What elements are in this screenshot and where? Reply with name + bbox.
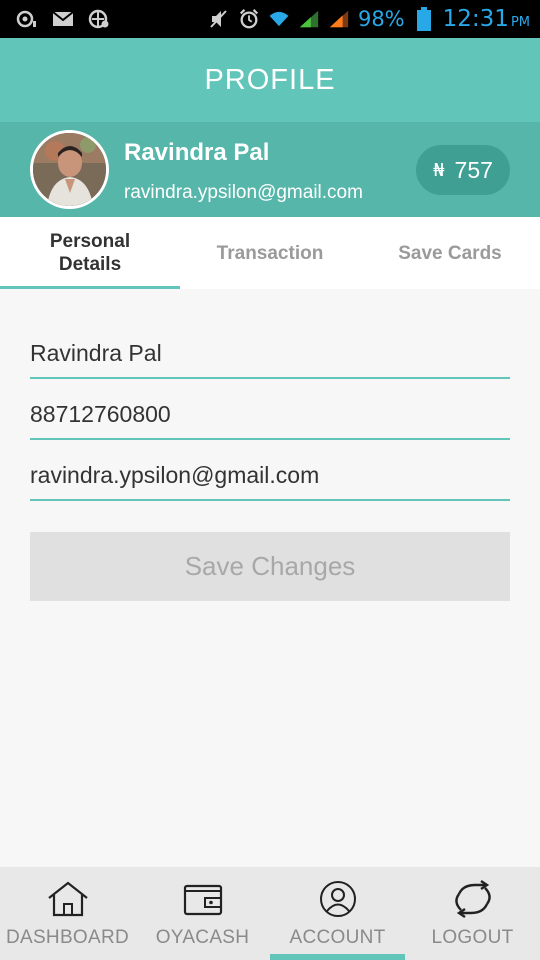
tab-personal-details[interactable]: Personal Details — [0, 217, 180, 289]
tab-label: Save Cards — [398, 242, 502, 264]
tab-transaction[interactable]: Transaction — [180, 217, 360, 289]
battery-icon — [413, 7, 435, 31]
mute-icon — [208, 9, 230, 29]
nav-label: ACCOUNT — [289, 927, 386, 948]
profile-tabs: Personal Details Transaction Save Cards — [0, 217, 540, 289]
points-badge[interactable]: ₦ 757 — [416, 145, 510, 195]
app-root: 98% 12:31 PM PROFILE Ravindra Pal ravind… — [0, 0, 540, 960]
app-header: PROFILE — [0, 38, 540, 122]
alarm-icon — [238, 9, 260, 29]
save-changes-button[interactable]: Save Changes — [30, 532, 510, 601]
signal-icon-2 — [328, 9, 350, 29]
nav-dashboard[interactable]: DASHBOARD — [0, 867, 135, 960]
tab-label: Transaction — [216, 242, 324, 264]
battery-percent: 98% — [357, 7, 405, 31]
clock-ampm: PM — [510, 15, 530, 30]
nav-oyacash[interactable]: OYACASH — [135, 867, 270, 960]
clock: 12:31 PM — [443, 6, 530, 32]
notification-icon — [16, 9, 38, 29]
home-icon — [44, 879, 92, 919]
phone-field[interactable] — [30, 390, 510, 440]
profile-name: Ravindra Pal — [124, 139, 270, 166]
points-value: 757 — [454, 156, 493, 183]
avatar[interactable] — [30, 130, 109, 209]
system-icons: 98% 12:31 PM — [208, 6, 540, 32]
nav-logout[interactable]: LOGOUT — [405, 867, 540, 960]
user-icon — [314, 879, 362, 919]
status-bar: 98% 12:31 PM — [0, 0, 540, 38]
mail-icon — [52, 9, 74, 29]
bottom-nav: DASHBOARD OYACASH ACCOUNT LOGOUT — [0, 867, 540, 960]
profile-summary: Ravindra Pal ravindra.ypsilon@gmail.com … — [0, 122, 540, 217]
wifi-icon — [268, 9, 290, 29]
clock-time: 12:31 — [442, 6, 509, 32]
profile-email: ravindra.ypsilon@gmail.com — [124, 182, 363, 203]
refresh-icon — [449, 879, 497, 919]
nav-label: OYACASH — [155, 927, 250, 948]
signal-icon-1 — [298, 9, 320, 29]
naira-icon: ₦ — [433, 159, 445, 181]
notification-icons — [0, 9, 110, 29]
nav-account[interactable]: ACCOUNT — [270, 867, 405, 960]
tab-save-cards[interactable]: Save Cards — [360, 217, 540, 289]
browser-icon — [88, 9, 110, 29]
name-field[interactable] — [30, 329, 510, 379]
nav-label: DASHBOARD — [5, 927, 130, 948]
wallet-icon — [179, 879, 227, 919]
email-field[interactable] — [30, 451, 510, 501]
page-title: PROFILE — [204, 63, 336, 96]
nav-label: LOGOUT — [431, 927, 514, 948]
tab-label: Personal Details — [49, 231, 131, 275]
